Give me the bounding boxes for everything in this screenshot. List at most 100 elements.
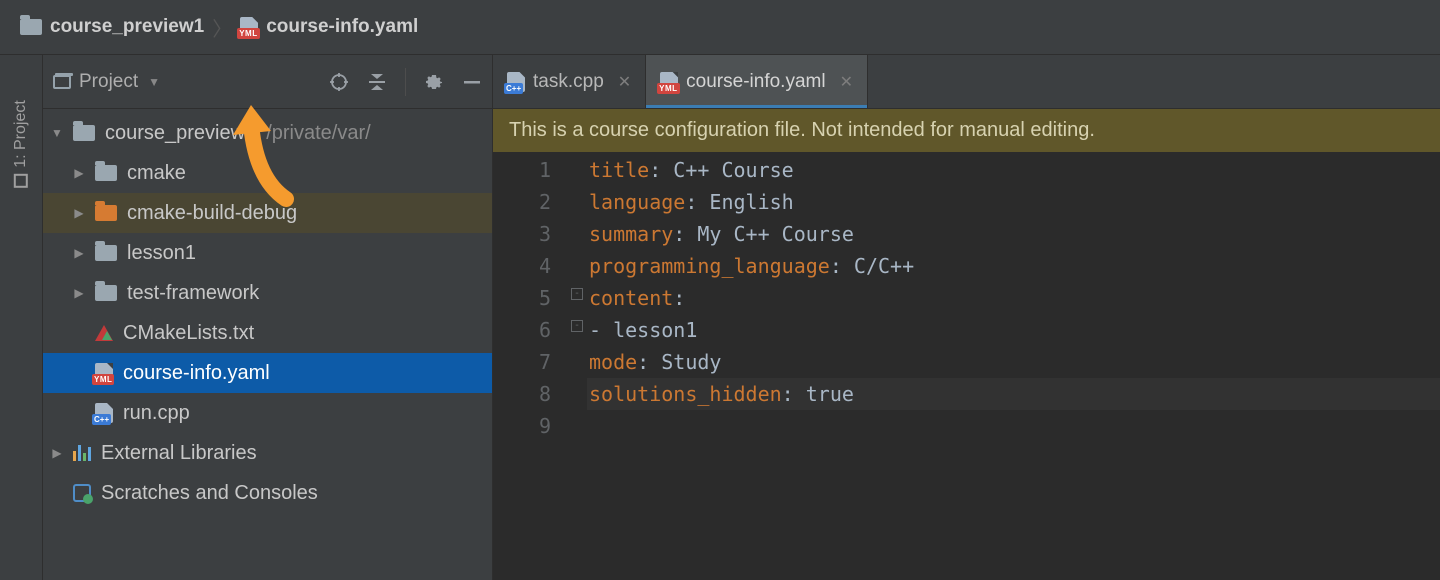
locate-icon[interactable] [329, 72, 349, 92]
yaml-list-item: - lesson1 [589, 318, 697, 342]
expand-arrow-right-icon[interactable]: ▶ [73, 166, 85, 180]
project-tool-label: 1: Project [12, 100, 30, 168]
yaml-file-icon: YML [95, 363, 113, 383]
yaml-value: : English [685, 190, 793, 214]
yaml-value: : My C++ Course [673, 222, 854, 246]
project-view-selector[interactable]: Project ▼ [53, 71, 160, 93]
folder-icon [95, 205, 117, 221]
line-number: 3 [493, 218, 551, 250]
yaml-key: title [589, 158, 649, 182]
tree-folder-cmake[interactable]: ▶ cmake [43, 153, 492, 193]
tree-item-label: lesson1 [127, 242, 196, 265]
expand-arrow-right-icon[interactable]: ▶ [51, 446, 63, 460]
gear-icon[interactable] [424, 72, 444, 92]
line-number: 4 [493, 250, 551, 282]
fold-column: - - [571, 154, 587, 442]
tree-item-label: CMakeLists.txt [123, 322, 254, 345]
breadcrumb-file[interactable]: YML course-info.yaml [240, 16, 418, 38]
yaml-key: solutions_hidden [589, 382, 782, 406]
folder-icon [20, 19, 42, 35]
tree-folder-test-framework[interactable]: ▶ test-framework [43, 273, 492, 313]
tree-file-course-info[interactable]: YML course-info.yaml [43, 353, 492, 393]
project-tree[interactable]: ▼ course_preview1 /private/var/ ▶ cmake … [43, 109, 492, 513]
yaml-key: programming_language [589, 254, 830, 278]
expand-arrow-right-icon[interactable]: ▶ [73, 246, 85, 260]
scratches-icon [73, 484, 91, 502]
expand-arrow-right-icon[interactable]: ▶ [73, 286, 85, 300]
yaml-key: mode [589, 350, 637, 374]
yml-badge: YML [92, 374, 114, 385]
cmake-file-icon [95, 325, 113, 341]
yaml-value: : Study [637, 350, 721, 374]
project-tool-icon [14, 174, 28, 188]
tab-course-info[interactable]: YML course-info.yaml ✕ [646, 55, 868, 108]
cpp-badge: C++ [92, 414, 111, 425]
tree-external-libraries[interactable]: ▶ External Libraries [43, 433, 492, 473]
tree-root-path: /private/var/ [266, 122, 370, 145]
editor-area: C++ task.cpp ✕ YML course-info.yaml ✕ Th… [493, 55, 1440, 580]
breadcrumb: course_preview1 〉 YML course-info.yaml [0, 0, 1440, 55]
collapse-all-icon[interactable] [367, 72, 387, 92]
line-number: 1 [493, 154, 551, 186]
yaml-key: summary [589, 222, 673, 246]
yml-badge: YML [657, 83, 679, 94]
code-editor[interactable]: 1 2 3 4 5 6 7 8 9 - - title: C++ Course … [493, 152, 1440, 442]
banner-text: This is a course configuration file. Not… [509, 119, 1095, 141]
tree-folder-cmake-build-debug[interactable]: ▶ cmake-build-debug [43, 193, 492, 233]
project-tool-tab[interactable]: 1: Project [12, 100, 30, 188]
fold-marker-icon[interactable]: - [571, 320, 583, 332]
cpp-file-icon: C++ [507, 72, 525, 92]
close-icon[interactable]: ✕ [618, 72, 631, 92]
folder-icon [95, 165, 117, 181]
yaml-file-icon: YML [240, 17, 258, 37]
line-number: 9 [493, 410, 551, 442]
tab-label: course-info.yaml [686, 71, 825, 93]
editor-banner: This is a course configuration file. Not… [493, 109, 1440, 152]
tree-file-cmakelists[interactable]: CMakeLists.txt [43, 313, 492, 353]
tree-item-label: cmake-build-debug [127, 202, 297, 225]
tree-root-label: course_preview1 [105, 122, 256, 145]
line-number: 2 [493, 186, 551, 218]
sidebar-header: Project ▼ [43, 55, 492, 109]
editor-tabs: C++ task.cpp ✕ YML course-info.yaml ✕ [493, 55, 1440, 109]
cpp-file-icon: C++ [95, 403, 113, 423]
tab-label: task.cpp [533, 71, 604, 93]
tree-root[interactable]: ▼ course_preview1 /private/var/ [43, 113, 492, 153]
tab-task-cpp[interactable]: C++ task.cpp ✕ [493, 55, 646, 108]
folder-icon [73, 125, 95, 141]
chevron-down-icon: ▼ [148, 75, 160, 89]
tree-scratches[interactable]: Scratches and Consoles [43, 473, 492, 513]
expand-arrow-right-icon[interactable]: ▶ [73, 206, 85, 220]
tree-file-run-cpp[interactable]: C++ run.cpp [43, 393, 492, 433]
yaml-key: content [589, 286, 673, 310]
tree-item-label: Scratches and Consoles [101, 482, 318, 505]
tree-folder-lesson1[interactable]: ▶ lesson1 [43, 233, 492, 273]
yaml-key: language [589, 190, 685, 214]
breadcrumb-file-label: course-info.yaml [266, 16, 418, 38]
line-number: 7 [493, 346, 551, 378]
code-content[interactable]: title: C++ Course language: English summ… [587, 154, 1440, 442]
chevron-right-icon: 〉 [212, 13, 232, 42]
breadcrumb-root[interactable]: course_preview1 [20, 16, 204, 38]
fold-marker-icon[interactable]: - [571, 288, 583, 300]
tree-item-label: run.cpp [123, 402, 190, 425]
hide-icon[interactable] [462, 72, 482, 92]
tree-item-label: External Libraries [101, 442, 257, 465]
tree-item-label: cmake [127, 162, 186, 185]
tool-window-rail: 1: Project [0, 55, 43, 580]
close-icon[interactable]: ✕ [840, 72, 853, 92]
tree-item-label: test-framework [127, 282, 259, 305]
line-number: 8 [493, 378, 551, 410]
project-view-label: Project [79, 71, 138, 93]
breadcrumb-root-label: course_preview1 [50, 16, 204, 38]
expand-arrow-down-icon[interactable]: ▼ [51, 126, 63, 140]
line-number: 5 [493, 282, 551, 314]
yaml-value: : C++ Course [649, 158, 794, 182]
separator [405, 68, 406, 96]
yaml-value: : true [782, 382, 854, 406]
line-gutter: 1 2 3 4 5 6 7 8 9 [493, 154, 571, 442]
tree-item-label: course-info.yaml [123, 362, 270, 385]
yaml-file-icon: YML [660, 72, 678, 92]
libraries-icon [73, 445, 91, 461]
yaml-value: : C/C++ [830, 254, 914, 278]
